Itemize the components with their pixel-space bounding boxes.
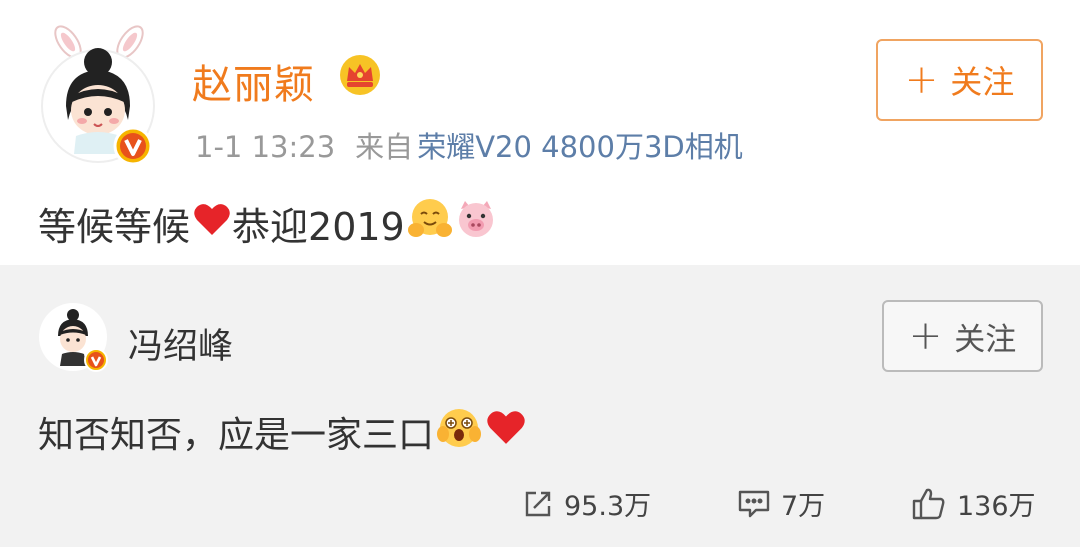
verified-v-icon <box>84 348 108 376</box>
plus-icon: + <box>904 57 939 103</box>
follow-button-label: 关注 <box>950 63 1015 101</box>
thumbs-up-icon <box>911 487 947 521</box>
like-count: 136万 <box>957 491 1036 522</box>
crown-badge-icon <box>338 54 382 100</box>
repost-icon <box>522 488 554 520</box>
like-count-button[interactable]: 136万 <box>911 484 1036 523</box>
device-source-link[interactable]: 荣耀V20 4800万3D相机 <box>417 130 743 164</box>
pig-emoji <box>455 199 497 248</box>
commenter-follow-button[interactable]: + 关注 <box>882 300 1043 372</box>
post-meta: 1-1 13:23 来自 荣耀V20 4800万3D相机 <box>195 124 743 166</box>
follow-button[interactable]: + 关注 <box>876 39 1043 121</box>
plus-icon: + <box>908 313 943 359</box>
post-text: 等候等候 <box>38 205 191 249</box>
comment-icon <box>737 488 771 520</box>
post-text-after-heart: 恭迎2019 <box>232 205 405 249</box>
repost-count-button[interactable]: 95.3万 <box>522 484 651 523</box>
post-time: 1-1 13:23 <box>195 130 336 164</box>
commenter-name[interactable]: 冯绍峰 <box>128 318 233 369</box>
red-heart-emoji <box>484 407 528 456</box>
comment-count: 7万 <box>781 491 826 522</box>
source-label: 来自 <box>355 130 414 164</box>
repost-count: 95.3万 <box>564 491 652 522</box>
post-content: 等候等候 恭迎2019 <box>38 196 497 251</box>
hug-emoji <box>407 197 453 250</box>
astonished-emoji <box>436 404 482 459</box>
commenter-follow-label: 关注 <box>954 321 1017 358</box>
repost-text: 知否知否，应是一家三口 <box>38 414 435 456</box>
comment-count-button[interactable]: 7万 <box>737 484 825 523</box>
verified-v-icon <box>113 126 153 170</box>
author-name[interactable]: 赵丽颖 <box>192 52 315 110</box>
red-heart-emoji <box>192 200 232 247</box>
repost-content: 知否知否，应是一家三口 <box>38 404 528 459</box>
weibo-post: 赵丽颖 1-1 13:23 来自 荣耀V20 4800万3D相机 + 关注 等候等候… <box>0 0 1080 265</box>
